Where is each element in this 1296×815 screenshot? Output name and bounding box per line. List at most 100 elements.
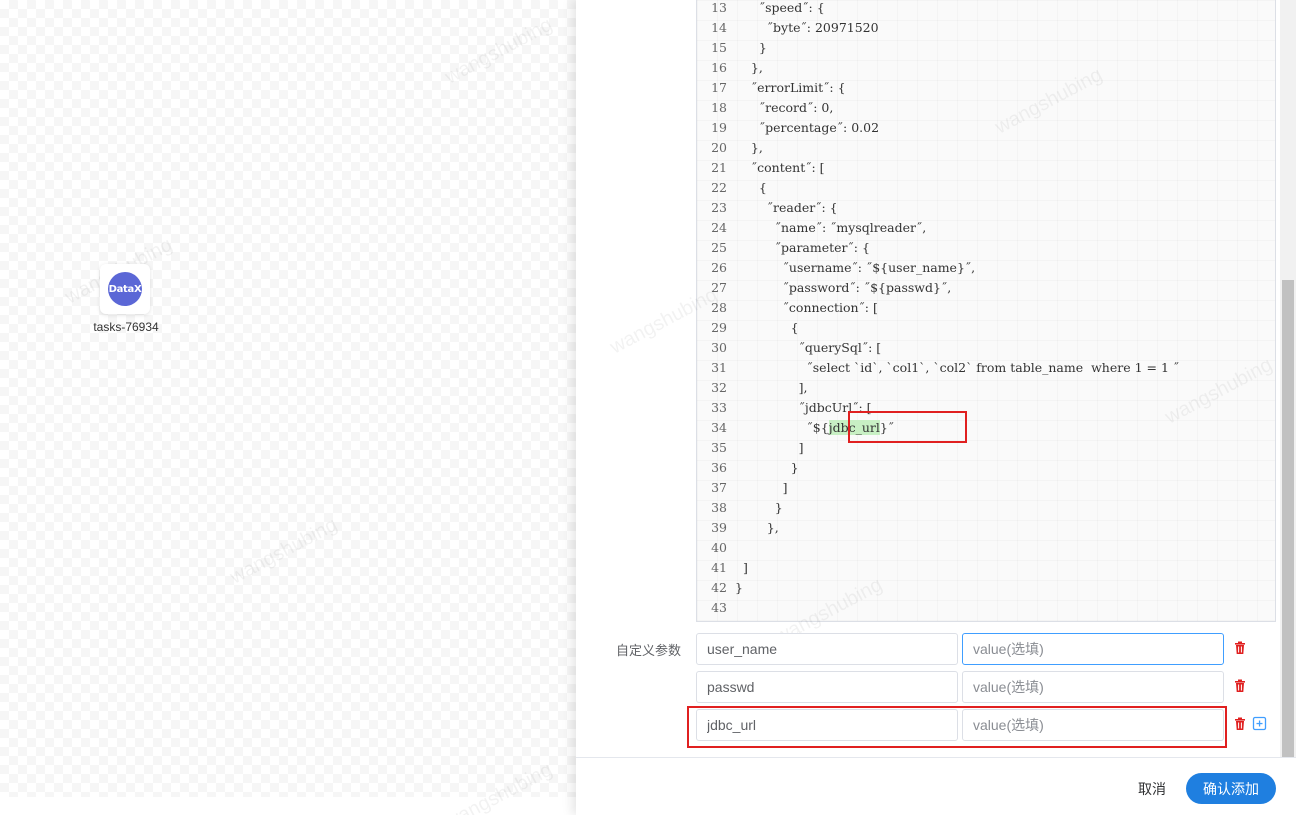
line-number: 28	[711, 300, 727, 315]
code-text: ]	[735, 440, 804, 455]
param-value-input[interactable]	[962, 671, 1224, 703]
workflow-canvas[interactable]: wangshubing wangshubing wangshubing Data…	[0, 0, 576, 797]
code-line: 24 ˝name˝: ˝mysqlreader˝,	[697, 218, 926, 238]
json-code-editor[interactable]: 13 ˝speed˝: {14 ˝byte˝: 20971520 15 } 16 }…	[696, 0, 1276, 622]
code-text: ˝byte˝: 20971520	[735, 20, 879, 35]
line-number: 27	[711, 280, 727, 295]
line-number: 43	[711, 600, 727, 615]
code-text: ˝errorLimit˝: {	[735, 80, 846, 95]
code-text: ˝password˝: ˝${passwd}˝,	[735, 280, 952, 295]
line-number: 31	[711, 360, 727, 375]
line-number: 22	[711, 180, 727, 195]
drawer-scrollbar-thumb[interactable]	[1282, 280, 1294, 758]
param-key-input[interactable]	[696, 709, 958, 741]
confirm-add-button[interactable]: 确认添加	[1186, 773, 1276, 804]
code-line: 38 }	[697, 498, 783, 518]
line-number: 17	[711, 80, 727, 95]
line-number: 30	[711, 340, 727, 355]
code-line: 22 {	[697, 178, 767, 198]
add-param-icon[interactable]	[1252, 716, 1268, 732]
code-line: 17 ˝errorLimit˝: {	[697, 78, 846, 98]
line-number: 35	[711, 440, 727, 455]
line-number: 29	[711, 320, 727, 335]
code-line: 34 ˝${jdbc_url}˝	[697, 418, 894, 438]
param-value-input[interactable]	[962, 633, 1224, 665]
line-number: 42	[711, 580, 727, 595]
code-line: 20 },	[697, 138, 763, 158]
code-text: ˝record˝: 0,	[735, 100, 834, 115]
param-value-input[interactable]	[962, 709, 1224, 741]
line-number: 41	[711, 560, 727, 575]
code-text: }˝	[879, 420, 895, 435]
line-number: 38	[711, 500, 727, 515]
canvas-bottom-strip	[0, 797, 576, 815]
code-line: 21 ˝content˝: [	[697, 158, 824, 178]
watermark: wangshubing	[441, 13, 556, 89]
code-text: ˝name˝: ˝mysqlreader˝,	[735, 220, 927, 235]
code-line: 29 {	[697, 318, 799, 338]
watermark: wangshubing	[226, 513, 341, 589]
line-number: 19	[711, 120, 727, 135]
task-node[interactable]: DataX	[100, 264, 150, 314]
code-line: 26 ˝username˝: ˝${user_name}˝,	[697, 258, 975, 278]
task-node-label: tasks-76934	[93, 320, 159, 334]
custom-params-label: 自定义参数	[616, 643, 682, 658]
code-text: ]	[735, 480, 788, 495]
code-text: },	[735, 60, 763, 75]
line-number: 14	[711, 20, 727, 35]
line-number: 18	[711, 100, 727, 115]
param-key-input[interactable]	[696, 633, 958, 665]
line-number: 21	[711, 160, 727, 175]
line-number: 36	[711, 460, 727, 475]
line-number: 34	[711, 420, 727, 435]
code-line: 16 },	[697, 58, 763, 78]
code-line: 35 ]	[697, 438, 803, 458]
line-number: 25	[711, 240, 727, 255]
code-line: 23 ˝reader˝: {	[697, 198, 838, 218]
line-number: 16	[711, 60, 727, 75]
code-text: }	[735, 500, 783, 515]
code-text: },	[735, 520, 779, 535]
code-line: 31 ˝select `id`, `col1`, `col2` from tab…	[697, 358, 1179, 378]
param-key-input[interactable]	[696, 671, 958, 703]
code-line: 27 ˝password˝: ˝${passwd}˝,	[697, 278, 951, 298]
code-text: }	[735, 460, 799, 475]
code-line: 30 ˝querySql˝: [	[697, 338, 881, 358]
code-line: 13 ˝speed˝: {	[697, 0, 825, 18]
code-text: ˝${	[735, 420, 829, 435]
code-text: ],	[735, 380, 808, 395]
code-text: ˝reader˝: {	[735, 200, 838, 215]
code-line: 25 ˝parameter˝: {	[697, 238, 870, 258]
delete-param-icon[interactable]	[1232, 716, 1248, 732]
line-number: 20	[711, 140, 727, 155]
code-text: ˝percentage˝: 0.02	[735, 120, 880, 135]
line-number: 37	[711, 480, 727, 495]
code-line: 41 ]	[697, 558, 748, 578]
line-number: 13	[711, 0, 727, 15]
cancel-button[interactable]: 取消	[1128, 774, 1176, 804]
code-text: ˝connection˝: [	[735, 300, 878, 315]
code-text: ˝speed˝: {	[735, 0, 825, 15]
code-line: 18 ˝record˝: 0,	[697, 98, 833, 118]
code-line: 37 ]	[697, 478, 788, 498]
code-line: 43	[697, 598, 735, 618]
code-line: 15 }	[697, 38, 767, 58]
line-number: 39	[711, 520, 727, 535]
highlighted-variable: jdbc_url	[828, 420, 880, 435]
code-text: {	[735, 180, 767, 195]
code-line: 28 ˝connection˝: [	[697, 298, 878, 318]
code-text: ˝username˝: ˝${user_name}˝,	[735, 260, 976, 275]
code-line: 33 ˝jdbcUrl˝: [	[697, 398, 871, 418]
datax-logo-icon: DataX	[108, 272, 142, 306]
line-number: 40	[711, 540, 727, 555]
line-number: 24	[711, 220, 727, 235]
code-text: ]	[735, 560, 748, 575]
line-number: 23	[711, 200, 727, 215]
line-number: 26	[711, 260, 727, 275]
code-line: 42}	[697, 578, 743, 598]
code-text: ˝parameter˝: {	[735, 240, 870, 255]
line-number: 32	[711, 380, 727, 395]
delete-param-icon[interactable]	[1232, 640, 1248, 656]
delete-param-icon[interactable]	[1232, 678, 1248, 694]
code-text: {	[735, 320, 799, 335]
